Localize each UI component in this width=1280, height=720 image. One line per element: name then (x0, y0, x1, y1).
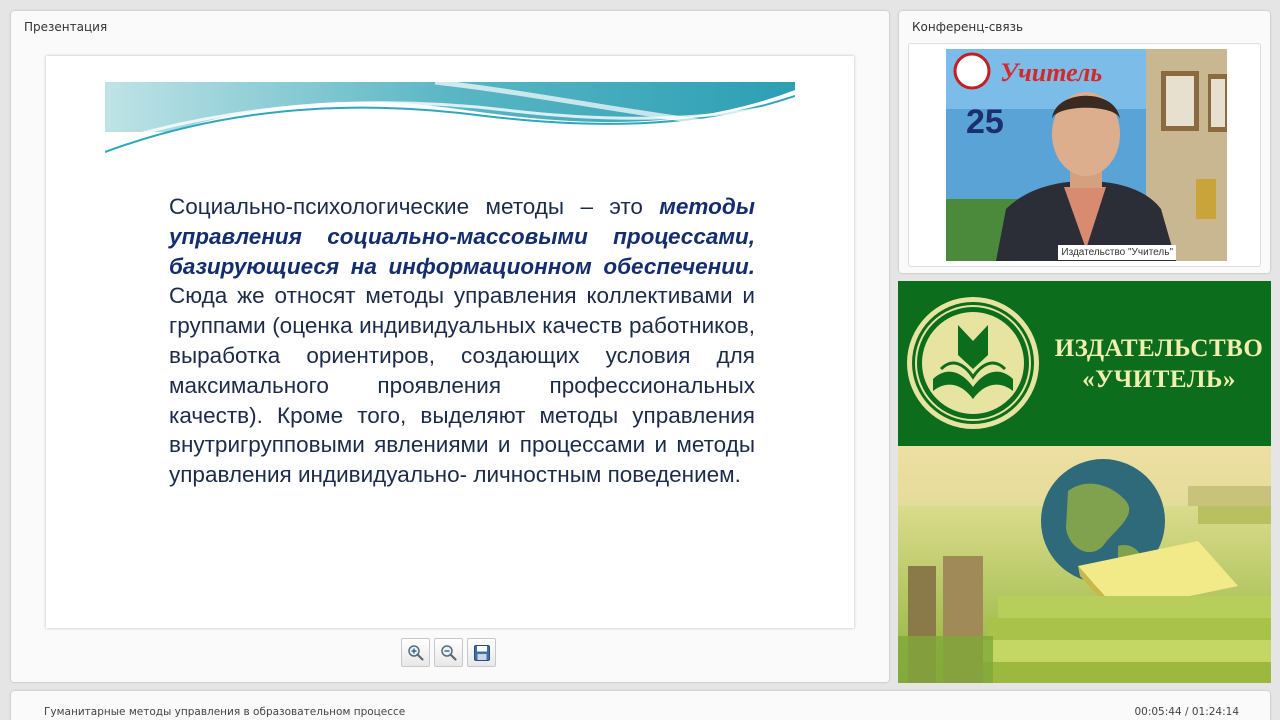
books-globe-photo (898, 446, 1271, 683)
zoom-out-button[interactable] (434, 638, 463, 667)
publisher-name-line2: «УЧИТЕЛЬ» (1082, 366, 1236, 393)
slide-text-intro: Социально-психологические методы – это (169, 194, 660, 219)
save-icon (473, 644, 490, 661)
save-button[interactable] (467, 638, 496, 667)
slide-wave-header (105, 82, 795, 160)
presentation-panel: Презентация Социально-психологические ме… (11, 11, 889, 682)
banner-number-text: 25 (966, 103, 1004, 141)
conference-panel: Конференц-связь Учитель 25 Издательство … (899, 11, 1270, 273)
slide-toolbar (401, 638, 496, 667)
zoom-in-icon (407, 644, 424, 661)
video-label: Издательство "Учитель" (1058, 245, 1176, 260)
publisher-logo-bar: ИЗДАТЕЛЬСТВО «УЧИТЕЛЬ» (898, 281, 1271, 446)
conference-panel-title: Конференц-связь (912, 20, 1024, 34)
slide-text-details: Сюда же относят методы управления коллек… (169, 283, 755, 488)
presentation-panel-title: Презентация (24, 20, 108, 34)
slide-body-text: Социально-психологические методы – это м… (169, 192, 755, 490)
banner-title-text: Учитель (1000, 58, 1102, 87)
zoom-out-icon (440, 644, 457, 661)
playback-time: 00:05:44 / 01:24:14 (1134, 706, 1239, 718)
publisher-ad: ИЗДАТЕЛЬСТВО «УЧИТЕЛЬ» (898, 281, 1271, 683)
video-feed[interactable]: Учитель 25 (946, 49, 1227, 261)
video-frame: Учитель 25 Издательство "Учитель" (908, 43, 1261, 267)
publisher-name-line1: ИЗДАТЕЛЬСТВО (1054, 335, 1264, 362)
presentation-slide: Социально-психологические методы – это м… (46, 56, 854, 628)
zoom-in-button[interactable] (401, 638, 430, 667)
course-title: Гуманитарные методы управления в образов… (44, 706, 406, 718)
publisher-logo-icon (907, 297, 1039, 429)
publisher-name: ИЗДАТЕЛЬСТВО «УЧИТЕЛЬ» (1054, 333, 1264, 395)
player-bottom-bar: Гуманитарные методы управления в образов… (11, 691, 1270, 720)
